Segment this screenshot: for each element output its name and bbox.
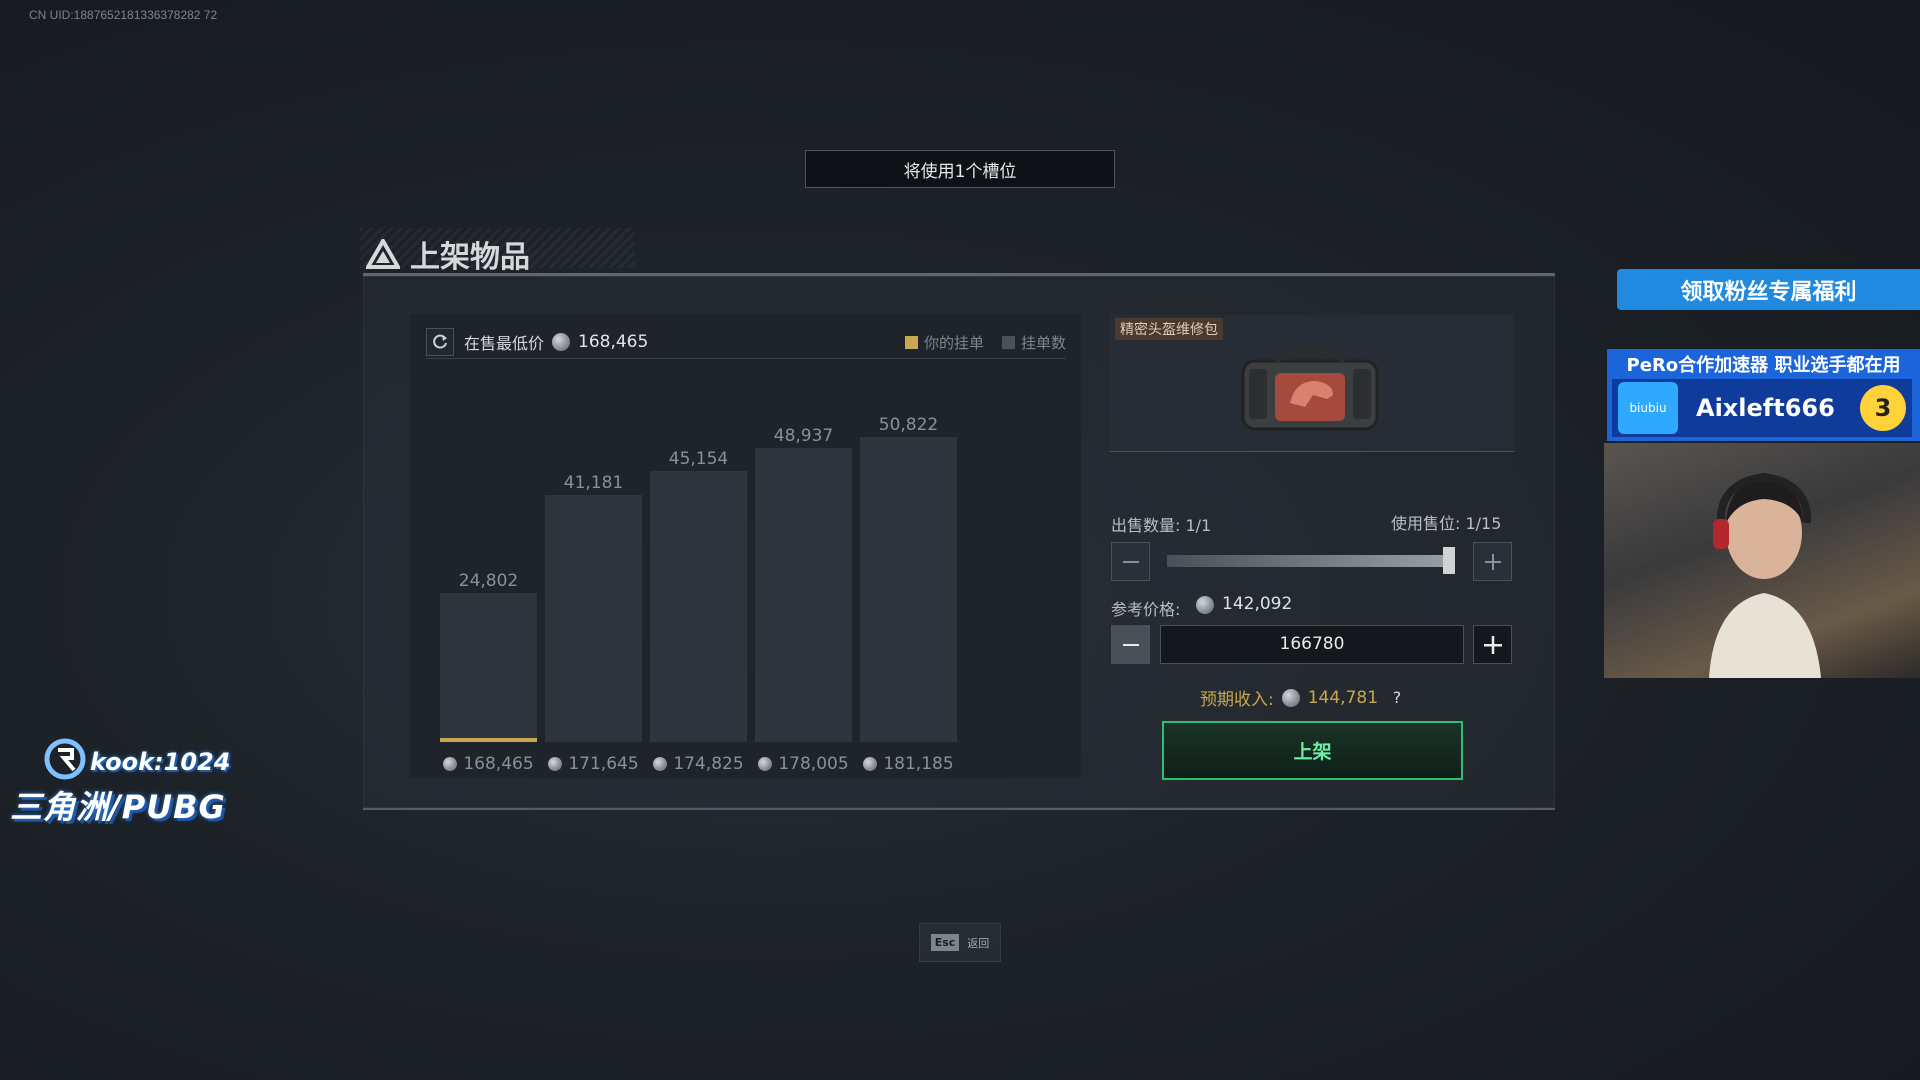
chart-bar-column: 50,822 181,185 [860, 412, 957, 774]
chart-bar-value-label: 41,181 [563, 473, 624, 493]
list-item-button[interactable]: 上架 [1162, 721, 1463, 780]
coin-icon [1196, 596, 1214, 614]
chart-bar[interactable] [545, 495, 642, 742]
quantity-slider-fill [1167, 555, 1455, 567]
player-uid: CN UID:1887652181336378282 72 [29, 8, 218, 22]
kook-id: kook:1024 [90, 748, 231, 776]
chart-bar-value-label: 24,802 [458, 571, 519, 591]
help-icon[interactable]: ? [1386, 687, 1408, 709]
expected-income-label: 预期收入: [1200, 690, 1274, 710]
chart-bar-column: 41,181 171,645 [545, 412, 642, 774]
esc-back-label: 返回 [967, 936, 990, 950]
chart-price-tick-label: 174,825 [673, 754, 744, 774]
chart-bar-value-label: 50,822 [878, 415, 939, 435]
legend-your-listing: 你的挂单 [904, 332, 984, 353]
chart-price-tick-label: 171,645 [568, 754, 639, 774]
reference-price-label: 参考价格: [1111, 600, 1181, 619]
quantity-plus-button[interactable] [1473, 542, 1512, 581]
chart-bar-value-label: 48,937 [773, 426, 834, 446]
chart-bar-column: 45,154 174,825 [650, 412, 747, 774]
chart-bar-column: 24,802 168,465 [440, 412, 537, 774]
sponsor-ad: PeRo合作加速器 职业选手都在用 biubiu Aixleft666 3 [1607, 349, 1920, 441]
helmet-repair-kit-icon [1241, 346, 1379, 431]
price-distribution-chart: 在售最低价 168,465 你的挂单 挂单数 24,802 168,465 41,1… [410, 314, 1081, 778]
legend-listing-count: 挂单数 [1001, 332, 1066, 353]
sponsor-badge: 3 [1860, 385, 1906, 431]
esc-back-hint[interactable]: Esc 返回 [919, 923, 1001, 962]
lowest-price-label: 在售最低价 [464, 334, 545, 353]
legend-your-listing-label: 你的挂单 [923, 333, 984, 352]
chart-price-tick-label: 181,185 [883, 754, 954, 774]
chart-bar[interactable] [755, 448, 852, 742]
chart-price-tick: 171,645 [541, 754, 646, 774]
quantity-minus-button[interactable] [1111, 542, 1150, 581]
plus-icon [1483, 635, 1502, 654]
legend-listing-count-label: 挂单数 [1020, 333, 1066, 352]
coin-icon [1281, 688, 1300, 707]
sponsor-ad-title: PeRo合作加速器 职业选手都在用 [1626, 355, 1901, 376]
kook-logo-icon [44, 738, 86, 780]
coin-icon [653, 757, 668, 771]
streamer-webcam [1604, 443, 1920, 678]
legend-swatch-count [1001, 335, 1015, 349]
chart-price-tick: 178,005 [751, 754, 856, 774]
page-title: 上架物品 [366, 234, 530, 275]
chart-bar[interactable] [650, 471, 747, 742]
chart-price-tick: 174,825 [646, 754, 751, 774]
streamer-figure [1709, 472, 1821, 678]
coin-icon [548, 757, 563, 771]
esc-key-icon: Esc [930, 934, 960, 951]
chart-header: 在售最低价 168,465 你的挂单 挂单数 [426, 326, 1066, 359]
chart-price-tick: 181,185 [856, 754, 961, 774]
minus-icon [1122, 643, 1139, 646]
used-slots-label: 使用售位: 1/15 [1391, 514, 1502, 533]
page-title-text: 上架物品 [410, 240, 530, 275]
your-listing-marker [440, 738, 537, 742]
price-increase-button[interactable] [1473, 625, 1512, 664]
lowest-price-value: 168,465 [578, 332, 649, 352]
stream-watermark: kook:1024 三角洲/PUBG [10, 736, 280, 826]
item-name: 精密头盔维修包 [1115, 318, 1223, 340]
chart-price-tick: 168,465 [436, 754, 541, 774]
stream-games: 三角洲/PUBG [10, 788, 226, 826]
minus-icon [1122, 560, 1139, 563]
coin-icon [758, 757, 773, 771]
sponsor-code: Aixleft666 [1696, 394, 1835, 422]
expected-income-value: 144,781 [1307, 687, 1379, 708]
chart-bar[interactable] [860, 437, 957, 742]
plus-icon [1484, 553, 1501, 570]
quantity-slider[interactable] [1167, 555, 1455, 567]
chart-price-tick-label: 168,465 [463, 754, 534, 774]
slot-usage-banner: 将使用1个槽位 [805, 150, 1115, 188]
chart-legend: 你的挂单 挂单数 [904, 332, 1066, 353]
chart-price-tick-label: 178,005 [778, 754, 849, 774]
price-decrease-button[interactable] [1111, 625, 1150, 664]
coin-icon [443, 757, 458, 771]
chart-bar[interactable] [440, 593, 537, 742]
chart-bar-value-label: 45,154 [668, 449, 729, 469]
expected-income: 预期收入: 144,781 ? [1200, 685, 1408, 711]
quantity-slider-handle[interactable] [1443, 547, 1455, 574]
coin-icon [552, 333, 571, 351]
chart-bar-column: 48,937 178,005 [755, 412, 852, 774]
coin-icon [863, 757, 878, 771]
biubiu-logo: biubiu [1618, 382, 1678, 434]
delta-logo-icon [366, 239, 400, 269]
item-preview: 精密头盔维修包 [1110, 315, 1514, 452]
sponsor-ad-body: biubiu Aixleft666 3 [1612, 379, 1912, 437]
refresh-icon[interactable] [426, 328, 454, 356]
reference-price-value: 142,092 [1222, 594, 1293, 614]
price-input[interactable]: 166780 [1160, 625, 1464, 664]
legend-swatch-yours [904, 335, 918, 349]
fan-benefits-banner: 领取粉丝专属福利 [1617, 269, 1920, 310]
sale-quantity-label: 出售数量: 1/1 [1111, 516, 1212, 535]
